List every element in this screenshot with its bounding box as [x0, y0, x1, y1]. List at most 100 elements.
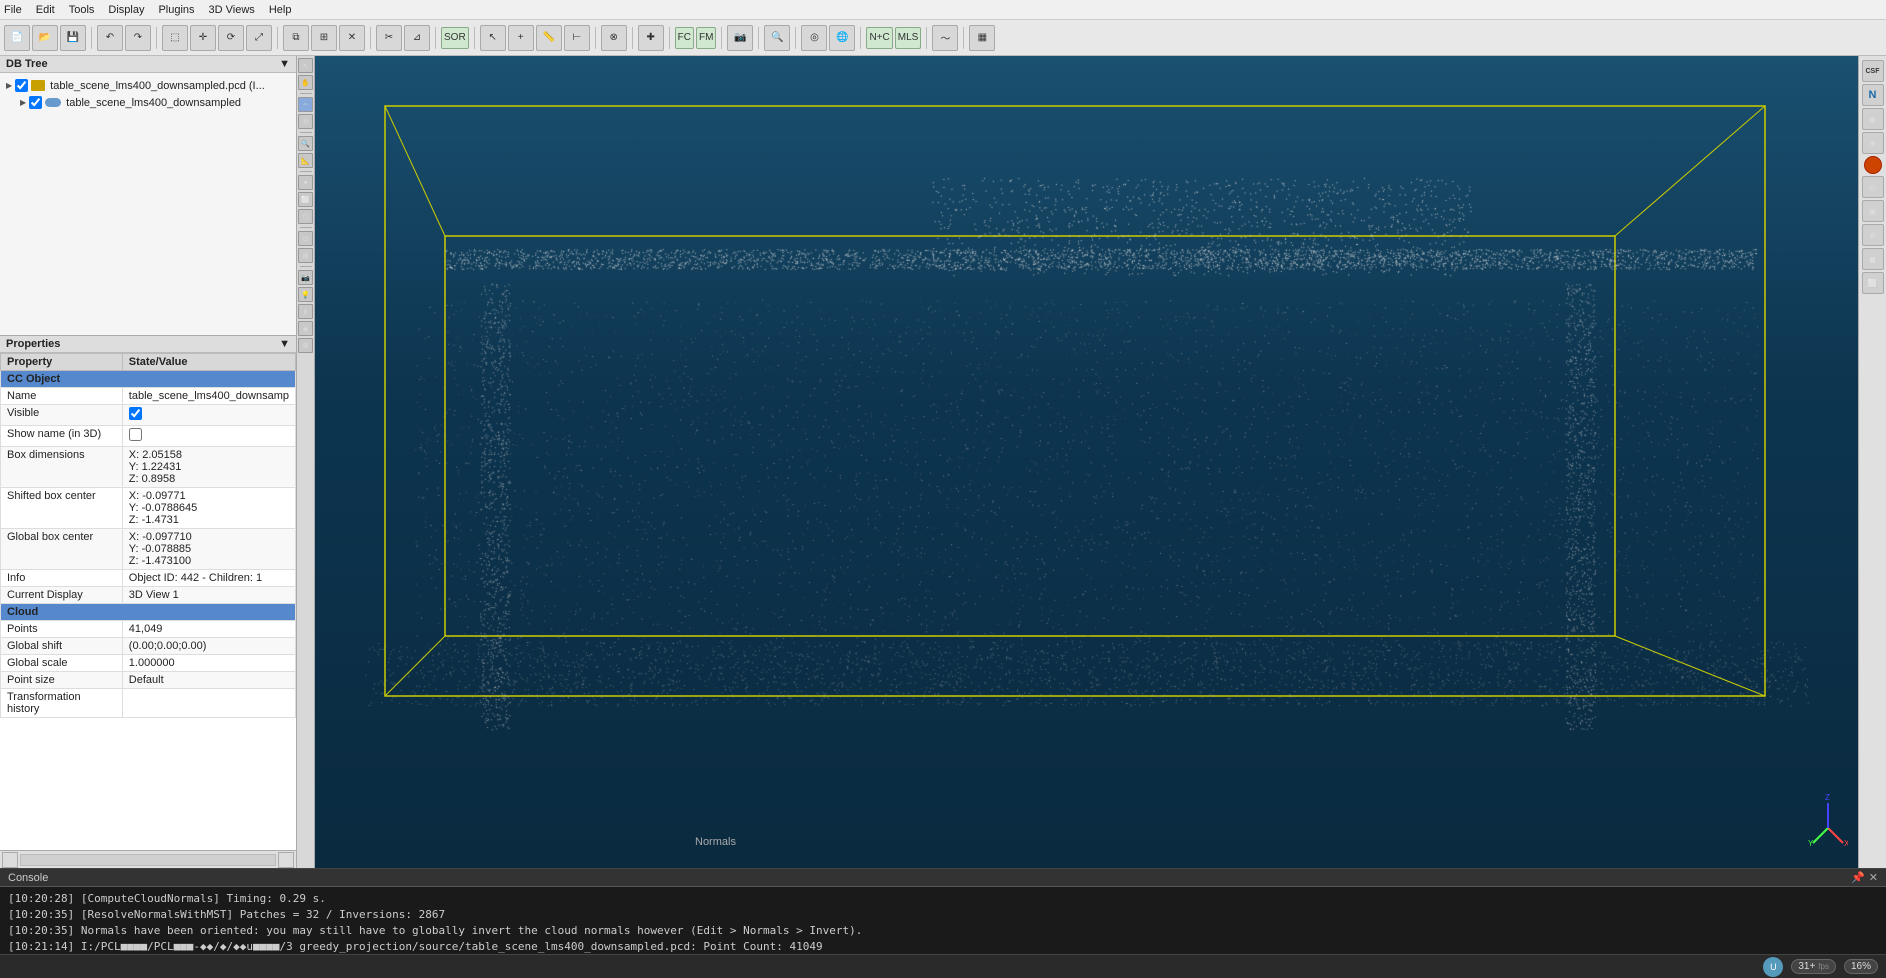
viewport-container: ↖ ✋ ⇔ ⟲ 🔍 📐 ✦ ⬜ ⬡ ⊙ ⊞ 📷 💡 ℹ ◈ ⚙: [297, 56, 1886, 868]
viewport-3d[interactable]: X Y Z Normals: [315, 56, 1858, 868]
rs-p5[interactable]: ▣: [1862, 200, 1884, 222]
lt-info[interactable]: ℹ: [298, 304, 313, 319]
console-pin-btn[interactable]: 📌: [1851, 871, 1865, 884]
menu-plugins[interactable]: Plugins: [158, 4, 194, 16]
console-line-0: [10:20:28] [ComputeCloudNormals] Timing:…: [8, 891, 1878, 907]
menu-display[interactable]: Display: [108, 4, 144, 16]
scroll-right-btn[interactable]: ▶: [278, 852, 294, 868]
prop-row-name: Name table_scene_lms400_downsamp: [1, 388, 296, 405]
tb-save[interactable]: 💾: [60, 25, 86, 51]
menu-file[interactable]: File: [4, 4, 22, 16]
tb-screenshot[interactable]: 📷: [727, 25, 753, 51]
tb-ruler[interactable]: ⊢: [564, 25, 590, 51]
lt-settings[interactable]: ⚙: [298, 338, 313, 353]
rs-p6[interactable]: ⊗: [1862, 224, 1884, 246]
lt-pick[interactable]: ✦: [298, 175, 313, 190]
dbtree-content: ▶ table_scene_lms400_downsampled.pcd (I.…: [0, 73, 296, 115]
tb-cross[interactable]: ✚: [638, 25, 664, 51]
rs-p8[interactable]: ⬜: [1862, 272, 1884, 294]
prop-showname-checkbox[interactable]: [129, 428, 142, 441]
rs-p2[interactable]: ⊕: [1862, 132, 1884, 154]
tree-item-root[interactable]: ▶ table_scene_lms400_downsampled.pcd (I.…: [2, 77, 294, 94]
lt-cursor[interactable]: ↖: [298, 58, 313, 73]
tb-redo[interactable]: ↷: [125, 25, 151, 51]
lt-camera[interactable]: 📷: [298, 270, 313, 285]
tb-pick[interactable]: +: [508, 25, 534, 51]
scroll-track[interactable]: [20, 854, 276, 866]
tb-delete[interactable]: ✕: [339, 25, 365, 51]
tree-root-checkbox[interactable]: [15, 79, 28, 92]
tb-mls-label[interactable]: MLS: [895, 27, 922, 49]
tb-select[interactable]: ⬚: [162, 25, 188, 51]
lt-translate[interactable]: ⇔: [298, 97, 313, 112]
lt-light[interactable]: 💡: [298, 287, 313, 302]
lt-pan[interactable]: ✋: [298, 75, 313, 90]
tb-lens[interactable]: 🔍: [764, 25, 790, 51]
tb-fc-label[interactable]: FC: [675, 27, 694, 49]
dbtree-title: DB Tree: [6, 58, 48, 70]
tb-curve[interactable]: 〜: [932, 25, 958, 51]
rs-p3[interactable]: [1864, 156, 1882, 174]
tb-nc-label[interactable]: N+C: [866, 27, 892, 49]
menu-edit[interactable]: Edit: [36, 4, 55, 16]
tb-sor-label[interactable]: SOR: [441, 27, 469, 49]
menu-3dviews[interactable]: 3D Views: [209, 4, 255, 16]
prop-val-visible[interactable]: [122, 405, 295, 426]
lt-display[interactable]: ◈: [298, 321, 313, 336]
tb-sep14: [926, 27, 927, 49]
tb-rotate[interactable]: ⟳: [218, 25, 244, 51]
tb-sep3: [277, 27, 278, 49]
tb-merge[interactable]: ⊞: [311, 25, 337, 51]
prop-val-showname[interactable]: [122, 426, 295, 447]
rs-p7[interactable]: ◼: [1862, 248, 1884, 270]
left-toolbar: ↖ ✋ ⇔ ⟲ 🔍 📐 ✦ ⬜ ⬡ ⊙ ⊞ 📷 💡 ℹ ◈ ⚙: [297, 56, 315, 868]
tree-expand-arrow[interactable]: ▶: [6, 81, 12, 90]
rs-p4[interactable]: ◎: [1862, 176, 1884, 198]
lt-rect[interactable]: ⬜: [298, 192, 313, 207]
tree-cloud-checkbox[interactable]: [29, 96, 42, 109]
scroll-left-btn[interactable]: ◀: [2, 852, 18, 868]
lt-snap[interactable]: ⊙: [298, 231, 313, 246]
prop-key-shifted: Shifted box center: [1, 488, 123, 529]
rs-north[interactable]: N: [1862, 84, 1884, 106]
tb-classify[interactable]: ▦: [969, 25, 995, 51]
tb-align[interactable]: ⊿: [404, 25, 430, 51]
lt-zoom[interactable]: 🔍: [298, 136, 313, 151]
prop-row-info: Info Object ID: 442 - Children: 1: [1, 570, 296, 587]
tb-globe[interactable]: 🌐: [829, 25, 855, 51]
tree-root-label: table_scene_lms400_downsampled.pcd (I...: [50, 80, 265, 92]
lt-measure2[interactable]: 📐: [298, 153, 313, 168]
menu-help[interactable]: Help: [269, 4, 292, 16]
tb-open[interactable]: 📂: [32, 25, 58, 51]
tb-fm-label[interactable]: FM: [696, 27, 716, 49]
console-title: Console: [8, 872, 48, 884]
console-close-btn[interactable]: ✕: [1869, 871, 1878, 884]
rs-csf[interactable]: CSF: [1862, 60, 1884, 82]
tb-undo[interactable]: ↶: [97, 25, 123, 51]
prop-col-property: Property: [1, 354, 123, 371]
tb-translate[interactable]: ✛: [190, 25, 216, 51]
tree-item-cloud[interactable]: ▶ table_scene_lms400_downsampled: [16, 94, 294, 111]
tb-segment[interactable]: ✂: [376, 25, 402, 51]
tb-cut[interactable]: ⊗: [601, 25, 627, 51]
rs-p1[interactable]: ◉: [1862, 108, 1884, 130]
axes-svg: X Y Z: [1808, 788, 1848, 848]
tb-scale[interactable]: ⤢: [246, 25, 272, 51]
lt-grid[interactable]: ⊞: [298, 248, 313, 263]
tb-clone[interactable]: ⧉: [283, 25, 309, 51]
tree-cloud-expand[interactable]: ▶: [20, 98, 26, 107]
lt-rotate2[interactable]: ⟲: [298, 114, 313, 129]
properties-collapse-btn[interactable]: ▼: [279, 338, 290, 350]
dbtree-collapse-btn[interactable]: ▼: [279, 58, 290, 70]
tb-pointer[interactable]: ↖: [480, 25, 506, 51]
menu-tools[interactable]: Tools: [69, 4, 95, 16]
tb-nav[interactable]: ◎: [801, 25, 827, 51]
prop-row-ptsize: Point size Default: [1, 672, 296, 689]
tb-measure[interactable]: 📏: [536, 25, 562, 51]
prop-key-points: Points: [1, 621, 123, 638]
svg-text:Y: Y: [1808, 839, 1814, 848]
prop-visible-checkbox[interactable]: [129, 407, 142, 420]
lt-poly[interactable]: ⬡: [298, 209, 313, 224]
tb-new[interactable]: 📄: [4, 25, 30, 51]
prop-row-display: Current Display 3D View 1: [1, 587, 296, 604]
